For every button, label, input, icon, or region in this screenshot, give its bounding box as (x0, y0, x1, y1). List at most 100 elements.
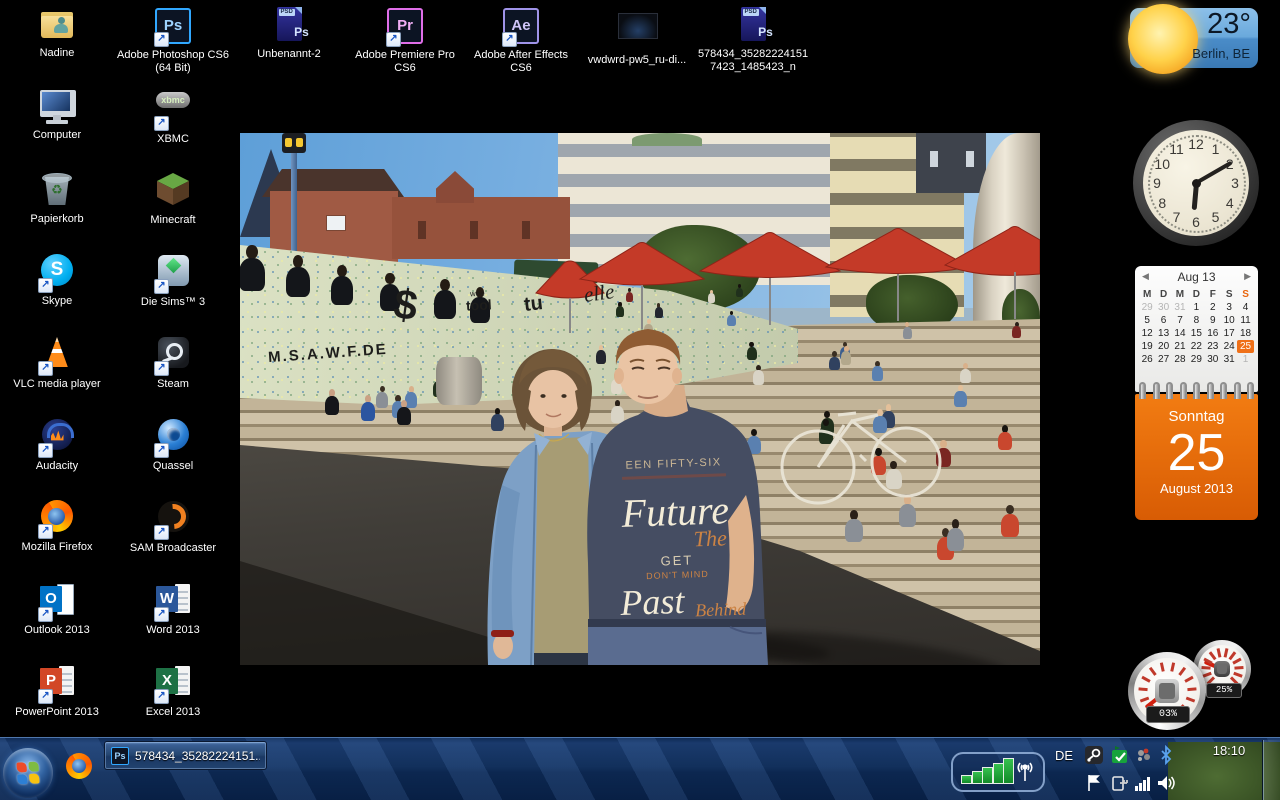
calendar-day[interactable]: 9 (1205, 314, 1221, 327)
shortcut-arrow-icon: ↗ (38, 689, 53, 704)
desktop-icon-aftereffects[interactable]: Ae↗Adobe After Effects CS6 (465, 6, 577, 75)
desktop-icon-outlook[interactable]: O↗Outlook 2013 (1, 580, 113, 637)
language-indicator[interactable]: DE (1051, 748, 1077, 763)
show-desktop-button[interactable] (1262, 740, 1280, 800)
calendar-day-header: S (1237, 288, 1253, 301)
open-photo-image[interactable]: M.S.A.W.F.DE $ wee tool tu elle (240, 133, 1040, 665)
calendar-day[interactable]: 31 (1221, 353, 1237, 366)
clock-face: 121234567891011 (1143, 130, 1249, 236)
calendar-day[interactable]: 5 (1139, 314, 1155, 327)
desktop-icon-image-file[interactable]: vwdwrd-pw5_ru-di... (581, 6, 693, 67)
quassel-icon: ↗ (154, 419, 192, 457)
calendar-day[interactable]: 18 (1237, 327, 1253, 340)
computer-icon (38, 88, 76, 126)
photo-person-man: EEN FIFTY-SIX Future The GET DON'T MIND … (587, 329, 768, 665)
calendar-day[interactable]: 13 (1155, 327, 1171, 340)
desktop-icon-psd-file[interactable]: PSDPs578434_35282224151 7423_1485423_n (697, 6, 809, 74)
calendar-day[interactable]: 28 (1172, 353, 1188, 366)
security-tray-icon[interactable] (1110, 745, 1130, 765)
network-meter[interactable] (951, 752, 1045, 792)
desktop-icon-powerpoint[interactable]: P↗PowerPoint 2013 (1, 662, 113, 719)
steam-tray-icon[interactable] (1084, 745, 1104, 765)
desktop-icon-label: vwdwrd-pw5_ru-di... (581, 54, 693, 67)
desktop-icon-folder-user[interactable]: Nadine (1, 6, 113, 60)
sam-broadcaster-icon: ↗ (154, 501, 192, 539)
desktop-icon-audacity[interactable]: ↗Audacity (1, 416, 113, 473)
desktop-icon-vlc[interactable]: ↗VLC media player (1, 334, 113, 391)
desktop-icon-excel[interactable]: X↗Excel 2013 (117, 662, 229, 719)
action-center-tray-icon[interactable] (1084, 773, 1104, 793)
calendar-day[interactable]: 19 (1139, 340, 1155, 353)
calendar-day[interactable]: 26 (1139, 353, 1155, 366)
desktop-icon-label: Adobe After Effects CS6 (465, 49, 577, 75)
calendar-selected-day[interactable]: 25 (1237, 340, 1253, 353)
calendar-day[interactable]: 1 (1188, 301, 1204, 314)
clock-gadget[interactable]: 121234567891011 (1133, 120, 1259, 246)
calendar-day[interactable]: 21 (1172, 340, 1188, 353)
weather-temperature: 23° (1207, 8, 1251, 41)
desktop-icon-minecraft[interactable]: Minecraft (117, 170, 229, 227)
calendar-next-button[interactable]: ▶ (1244, 271, 1251, 282)
calendar-gadget[interactable]: ◀ Aug 13 ▶ MDMDFSS2930311234567891011121… (1135, 266, 1258, 520)
desktop-icon-skype[interactable]: S↗Skype (1, 252, 113, 308)
desktop-icon-premiere[interactable]: Pr↗Adobe Premiere Pro CS6 (349, 6, 461, 75)
psd-file-icon: PSDPs (734, 7, 772, 45)
shortcut-arrow-icon: ↗ (154, 279, 169, 294)
taskbar-clock[interactable]: 18:10 Sonntag 25.08.2013 (1168, 742, 1254, 800)
calendar-day[interactable]: 16 (1205, 327, 1221, 340)
calendar-day[interactable]: 1 (1237, 353, 1253, 366)
calendar-day[interactable]: 30 (1155, 301, 1171, 314)
calendar-day[interactable]: 30 (1205, 353, 1221, 366)
calendar-day[interactable]: 14 (1172, 327, 1188, 340)
desktop-icon-steam[interactable]: ↗Steam (117, 334, 229, 391)
calendar-today-pad: Sonntag 25 August 2013 (1135, 394, 1258, 520)
skype-icon: S↗ (38, 254, 76, 292)
taskbar-firefox-icon[interactable] (66, 753, 92, 779)
signal-tray-icon[interactable] (1134, 773, 1154, 793)
weather-gadget[interactable]: 23° Berlin, BE (1130, 8, 1258, 68)
calendar-day[interactable]: 15 (1188, 327, 1204, 340)
calendar-day[interactable]: 23 (1205, 340, 1221, 353)
sun-icon (1128, 4, 1198, 74)
volume-tray-icon[interactable] (1156, 773, 1176, 793)
calendar-day[interactable]: 24 (1221, 340, 1237, 353)
safely-remove-tray-icon[interactable] (1110, 773, 1130, 793)
calendar-day-header: F (1205, 288, 1221, 301)
calendar-day[interactable]: 20 (1155, 340, 1171, 353)
desktop-icon-psd-file[interactable]: PSDPsUnbenannt-2 (233, 6, 345, 61)
calendar-day[interactable]: 10 (1221, 314, 1237, 327)
desktop-icon-recycle-bin[interactable]: ♻Papierkorb (1, 170, 113, 226)
desktop-icon-quassel[interactable]: ↗Quassel (117, 416, 229, 473)
desktop-icon-word[interactable]: W↗Word 2013 (117, 580, 229, 637)
desktop-icon-sam-broadcaster[interactable]: ↗SAM Broadcaster (117, 498, 229, 555)
calendar-day[interactable]: 29 (1139, 301, 1155, 314)
taskbar-window-button[interactable]: Ps 578434_35282224151... (104, 741, 267, 770)
calendar-day[interactable]: 3 (1221, 301, 1237, 314)
desktop-icon-xbmc[interactable]: xbmc↗XBMC (117, 88, 229, 146)
calendar-day[interactable]: 7 (1172, 314, 1188, 327)
desktop-icon-photoshop[interactable]: Ps↗Adobe Photoshop CS6 (64 Bit) (117, 6, 229, 75)
start-button[interactable] (3, 748, 53, 798)
calendar-day[interactable]: 8 (1188, 314, 1204, 327)
calendar-day-number: 25 (1135, 425, 1258, 481)
calendar-prev-button[interactable]: ◀ (1142, 271, 1149, 282)
calendar-day[interactable]: 6 (1155, 314, 1171, 327)
desktop-icon-label: PowerPoint 2013 (1, 706, 113, 719)
desktop-icon-sims3[interactable]: ↗Die Sims™ 3 (117, 252, 229, 309)
device-tray-icon[interactable] (1134, 745, 1154, 765)
calendar-day[interactable]: 31 (1172, 301, 1188, 314)
calendar-day[interactable]: 29 (1188, 353, 1204, 366)
calendar-month-header: Aug 13 (1177, 270, 1215, 284)
calendar-day[interactable]: 17 (1221, 327, 1237, 340)
calendar-day[interactable]: 12 (1139, 327, 1155, 340)
spiral-ring (1139, 382, 1146, 399)
recycle-bin-icon: ♻ (38, 172, 76, 210)
desktop-icon-computer[interactable]: Computer (1, 88, 113, 142)
calendar-day[interactable]: 11 (1237, 314, 1253, 327)
desktop-icon-firefox[interactable]: ↗Mozilla Firefox (1, 498, 113, 554)
calendar-day[interactable]: 22 (1188, 340, 1204, 353)
bluetooth-tray-icon[interactable] (1156, 745, 1176, 765)
calendar-day[interactable]: 4 (1237, 301, 1253, 314)
calendar-day[interactable]: 2 (1205, 301, 1221, 314)
calendar-day[interactable]: 27 (1155, 353, 1171, 366)
